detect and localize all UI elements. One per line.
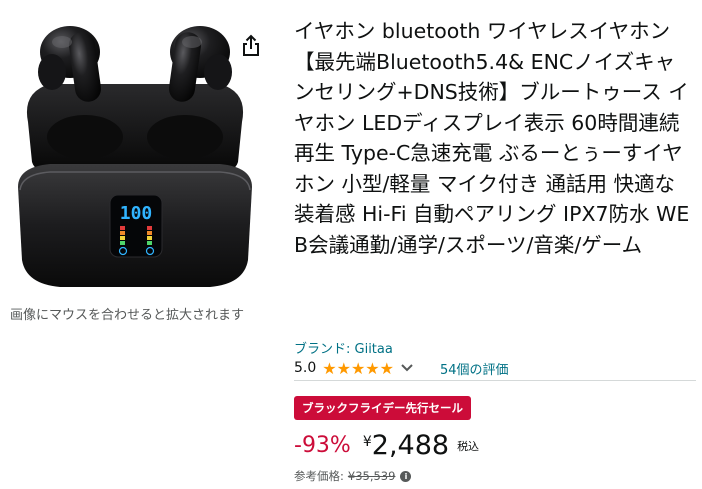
price: 2,488 — [371, 430, 450, 461]
brand-link[interactable]: ブランド: Giitaa — [294, 338, 393, 357]
rating-row: 5.0 ★★★★★ 54個の評価 — [294, 358, 509, 378]
divider — [294, 380, 696, 381]
list-price-row: 参考価格: ¥35,539 i — [294, 468, 412, 484]
product-title: イヤホン bluetooth ワイヤレスイヤホン 【最先端Bluetooth5.… — [294, 19, 690, 257]
info-icon[interactable]: i — [400, 470, 412, 482]
share-icon[interactable] — [240, 34, 262, 58]
tax-label: 税込 — [457, 440, 480, 453]
price-row: -93% ¥ 2,488 税込 — [294, 430, 479, 464]
discount-percent: -93% — [294, 433, 351, 458]
currency-symbol: ¥ — [362, 434, 372, 450]
product-image-area: 100 画像にマウスを合わせると拡大されます — [0, 0, 278, 330]
rating-value: 5.0 — [294, 360, 317, 376]
product-image[interactable]: 100 — [10, 12, 260, 292]
chevron-down-icon[interactable] — [400, 363, 414, 373]
list-price-label: 参考価格: — [294, 469, 344, 483]
star-rating[interactable]: ★★★★★ — [322, 359, 394, 378]
image-zoom-hint: 画像にマウスを合わせると拡大されます — [10, 308, 245, 323]
reviews-link[interactable]: 54個の評価 — [440, 359, 509, 378]
case-display-digits: 100 — [120, 203, 153, 224]
deal-badge: ブラックフライデー先行セール — [294, 396, 471, 420]
list-price: ¥35,539 — [347, 469, 396, 483]
